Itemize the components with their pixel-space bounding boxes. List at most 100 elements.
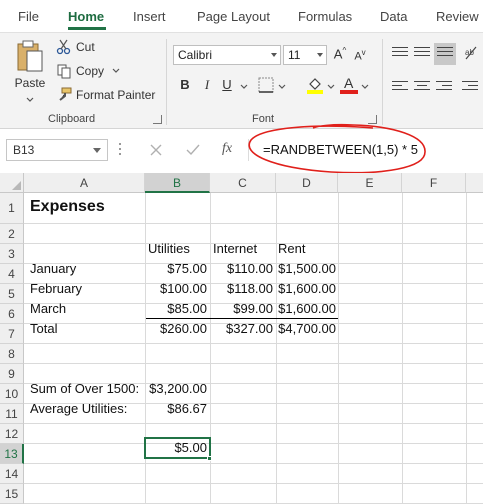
cell-b7[interactable]: $260.00	[145, 319, 207, 339]
cell-b5[interactable]: $100.00	[145, 279, 207, 299]
clipboard-launcher-icon[interactable]	[153, 115, 162, 124]
cell-a5[interactable]: February	[30, 279, 82, 299]
cell-c7[interactable]: $327.00	[210, 319, 273, 339]
font-size-value: 11	[288, 48, 301, 62]
cell-a1[interactable]: Expenses	[30, 197, 105, 217]
cut-button[interactable]: Cut	[56, 39, 95, 55]
cell-b3[interactable]: Utilities	[148, 239, 190, 259]
tab-review[interactable]: Review	[436, 9, 479, 24]
row-header-13[interactable]: 13	[0, 444, 24, 464]
row-header-15[interactable]: 15	[0, 484, 24, 504]
cell-c4[interactable]: $110.00	[210, 259, 273, 279]
bold-button[interactable]: B	[178, 77, 192, 92]
underline-dropdown-icon[interactable]	[240, 84, 248, 90]
align-center-icon[interactable]	[414, 81, 430, 95]
paste-button[interactable]: Paste	[8, 37, 52, 107]
font-color-letter: A	[344, 75, 354, 91]
tab-formulas[interactable]: Formulas	[298, 9, 352, 24]
paste-icon	[17, 40, 43, 72]
gridline	[24, 363, 483, 364]
copy-dropdown-icon[interactable]	[112, 68, 120, 74]
row-header-12[interactable]: 12	[0, 424, 24, 444]
column-header-b[interactable]: B	[145, 173, 210, 193]
name-box[interactable]: B13	[6, 139, 108, 161]
formula-bar-grip-icon[interactable]	[119, 143, 122, 157]
column-header-d[interactable]: D	[276, 173, 338, 193]
scissors-icon	[56, 39, 71, 55]
fill-color-dropdown-icon[interactable]	[327, 84, 335, 90]
row-header-7[interactable]: 7	[0, 324, 24, 344]
row-header-9[interactable]: 9	[0, 364, 24, 384]
paste-dropdown-icon[interactable]	[26, 97, 34, 103]
gridline	[338, 193, 339, 504]
copy-button[interactable]: Copy	[56, 63, 120, 79]
enter-check-icon[interactable]	[186, 144, 200, 156]
align-bottom-icon[interactable]	[434, 43, 456, 65]
cell-b13[interactable]: $5.00	[145, 438, 207, 458]
cell-a6[interactable]: March	[30, 299, 66, 319]
cell-a7[interactable]: Total	[30, 319, 57, 339]
tab-home[interactable]: Home	[68, 9, 104, 24]
chevron-down-icon	[93, 148, 101, 153]
borders-dropdown-icon[interactable]	[278, 84, 286, 90]
cell-d6[interactable]: $1,600.00	[276, 299, 336, 319]
shrink-font-button[interactable]: Av	[352, 48, 368, 63]
row-header-8[interactable]: 8	[0, 344, 24, 364]
tab-file[interactable]: File	[18, 9, 39, 24]
orientation-icon[interactable]: ab	[464, 45, 478, 61]
row-header-5[interactable]: 5	[0, 284, 24, 304]
select-all-corner[interactable]	[0, 173, 24, 193]
column-header-e[interactable]: E	[338, 173, 402, 193]
grow-font-button[interactable]: A^	[332, 46, 348, 61]
cell-a4[interactable]: January	[30, 259, 76, 279]
cell-d4[interactable]: $1,500.00	[276, 259, 336, 279]
fill-color-icon[interactable]	[306, 76, 324, 94]
insert-function-icon[interactable]: fx	[222, 141, 232, 157]
cell-c6[interactable]: $99.00	[210, 299, 273, 319]
row-header-2[interactable]: 2	[0, 224, 24, 244]
row-header-3[interactable]: 3	[0, 244, 24, 264]
borders-icon[interactable]	[258, 77, 274, 93]
column-header-c[interactable]: C	[210, 173, 276, 193]
cell-b11[interactable]: $86.67	[145, 399, 207, 419]
cell-b6[interactable]: $85.00	[145, 299, 207, 319]
row-header-6[interactable]: 6	[0, 304, 24, 324]
cell-c3[interactable]: Internet	[213, 239, 257, 259]
cell-b10[interactable]: $3,200.00	[145, 379, 207, 399]
tab-page-layout[interactable]: Page Layout	[197, 9, 270, 24]
cell-a11[interactable]: Average Utilities:	[30, 399, 127, 419]
align-top-icon[interactable]	[392, 47, 408, 61]
fill-handle[interactable]	[207, 456, 212, 461]
underline-button[interactable]: U	[220, 77, 234, 92]
column-header-f[interactable]: F	[402, 173, 466, 193]
decrease-indent-icon[interactable]	[462, 81, 478, 95]
cell-b4[interactable]: $75.00	[145, 259, 207, 279]
worksheet-grid[interactable]: A B C D E F 1 2 3 4 5 6 7 8 9 10 11 12 1…	[0, 173, 483, 504]
cell-d5[interactable]: $1,600.00	[276, 279, 336, 299]
row-header-14[interactable]: 14	[0, 464, 24, 484]
format-painter-button[interactable]: Format Painter	[56, 87, 155, 103]
font-color-button[interactable]: A	[340, 74, 358, 94]
font-size-dropdown[interactable]: 11	[283, 45, 327, 65]
cell-d3[interactable]: Rent	[278, 239, 305, 259]
gridline	[24, 223, 483, 224]
cell-d7[interactable]: $4,700.00	[276, 319, 336, 339]
cancel-icon[interactable]	[150, 144, 162, 156]
font-name-dropdown[interactable]: Calibri	[173, 45, 281, 65]
tab-insert[interactable]: Insert	[133, 9, 166, 24]
select-all-icon	[12, 181, 21, 190]
font-color-dropdown-icon[interactable]	[361, 84, 369, 90]
row-header-11[interactable]: 11	[0, 404, 24, 424]
align-left-icon[interactable]	[392, 81, 408, 95]
row-header-1[interactable]: 1	[0, 193, 24, 224]
cell-a10[interactable]: Sum of Over 1500:	[30, 379, 139, 399]
cell-c5[interactable]: $118.00	[210, 279, 273, 299]
tab-data[interactable]: Data	[380, 9, 407, 24]
align-middle-icon[interactable]	[414, 47, 430, 61]
row-header-10[interactable]: 10	[0, 384, 24, 404]
column-header-a[interactable]: A	[24, 173, 145, 193]
italic-button[interactable]: I	[200, 77, 214, 93]
column-header-g[interactable]	[466, 173, 483, 193]
align-right-icon[interactable]	[436, 81, 452, 95]
row-header-4[interactable]: 4	[0, 264, 24, 284]
